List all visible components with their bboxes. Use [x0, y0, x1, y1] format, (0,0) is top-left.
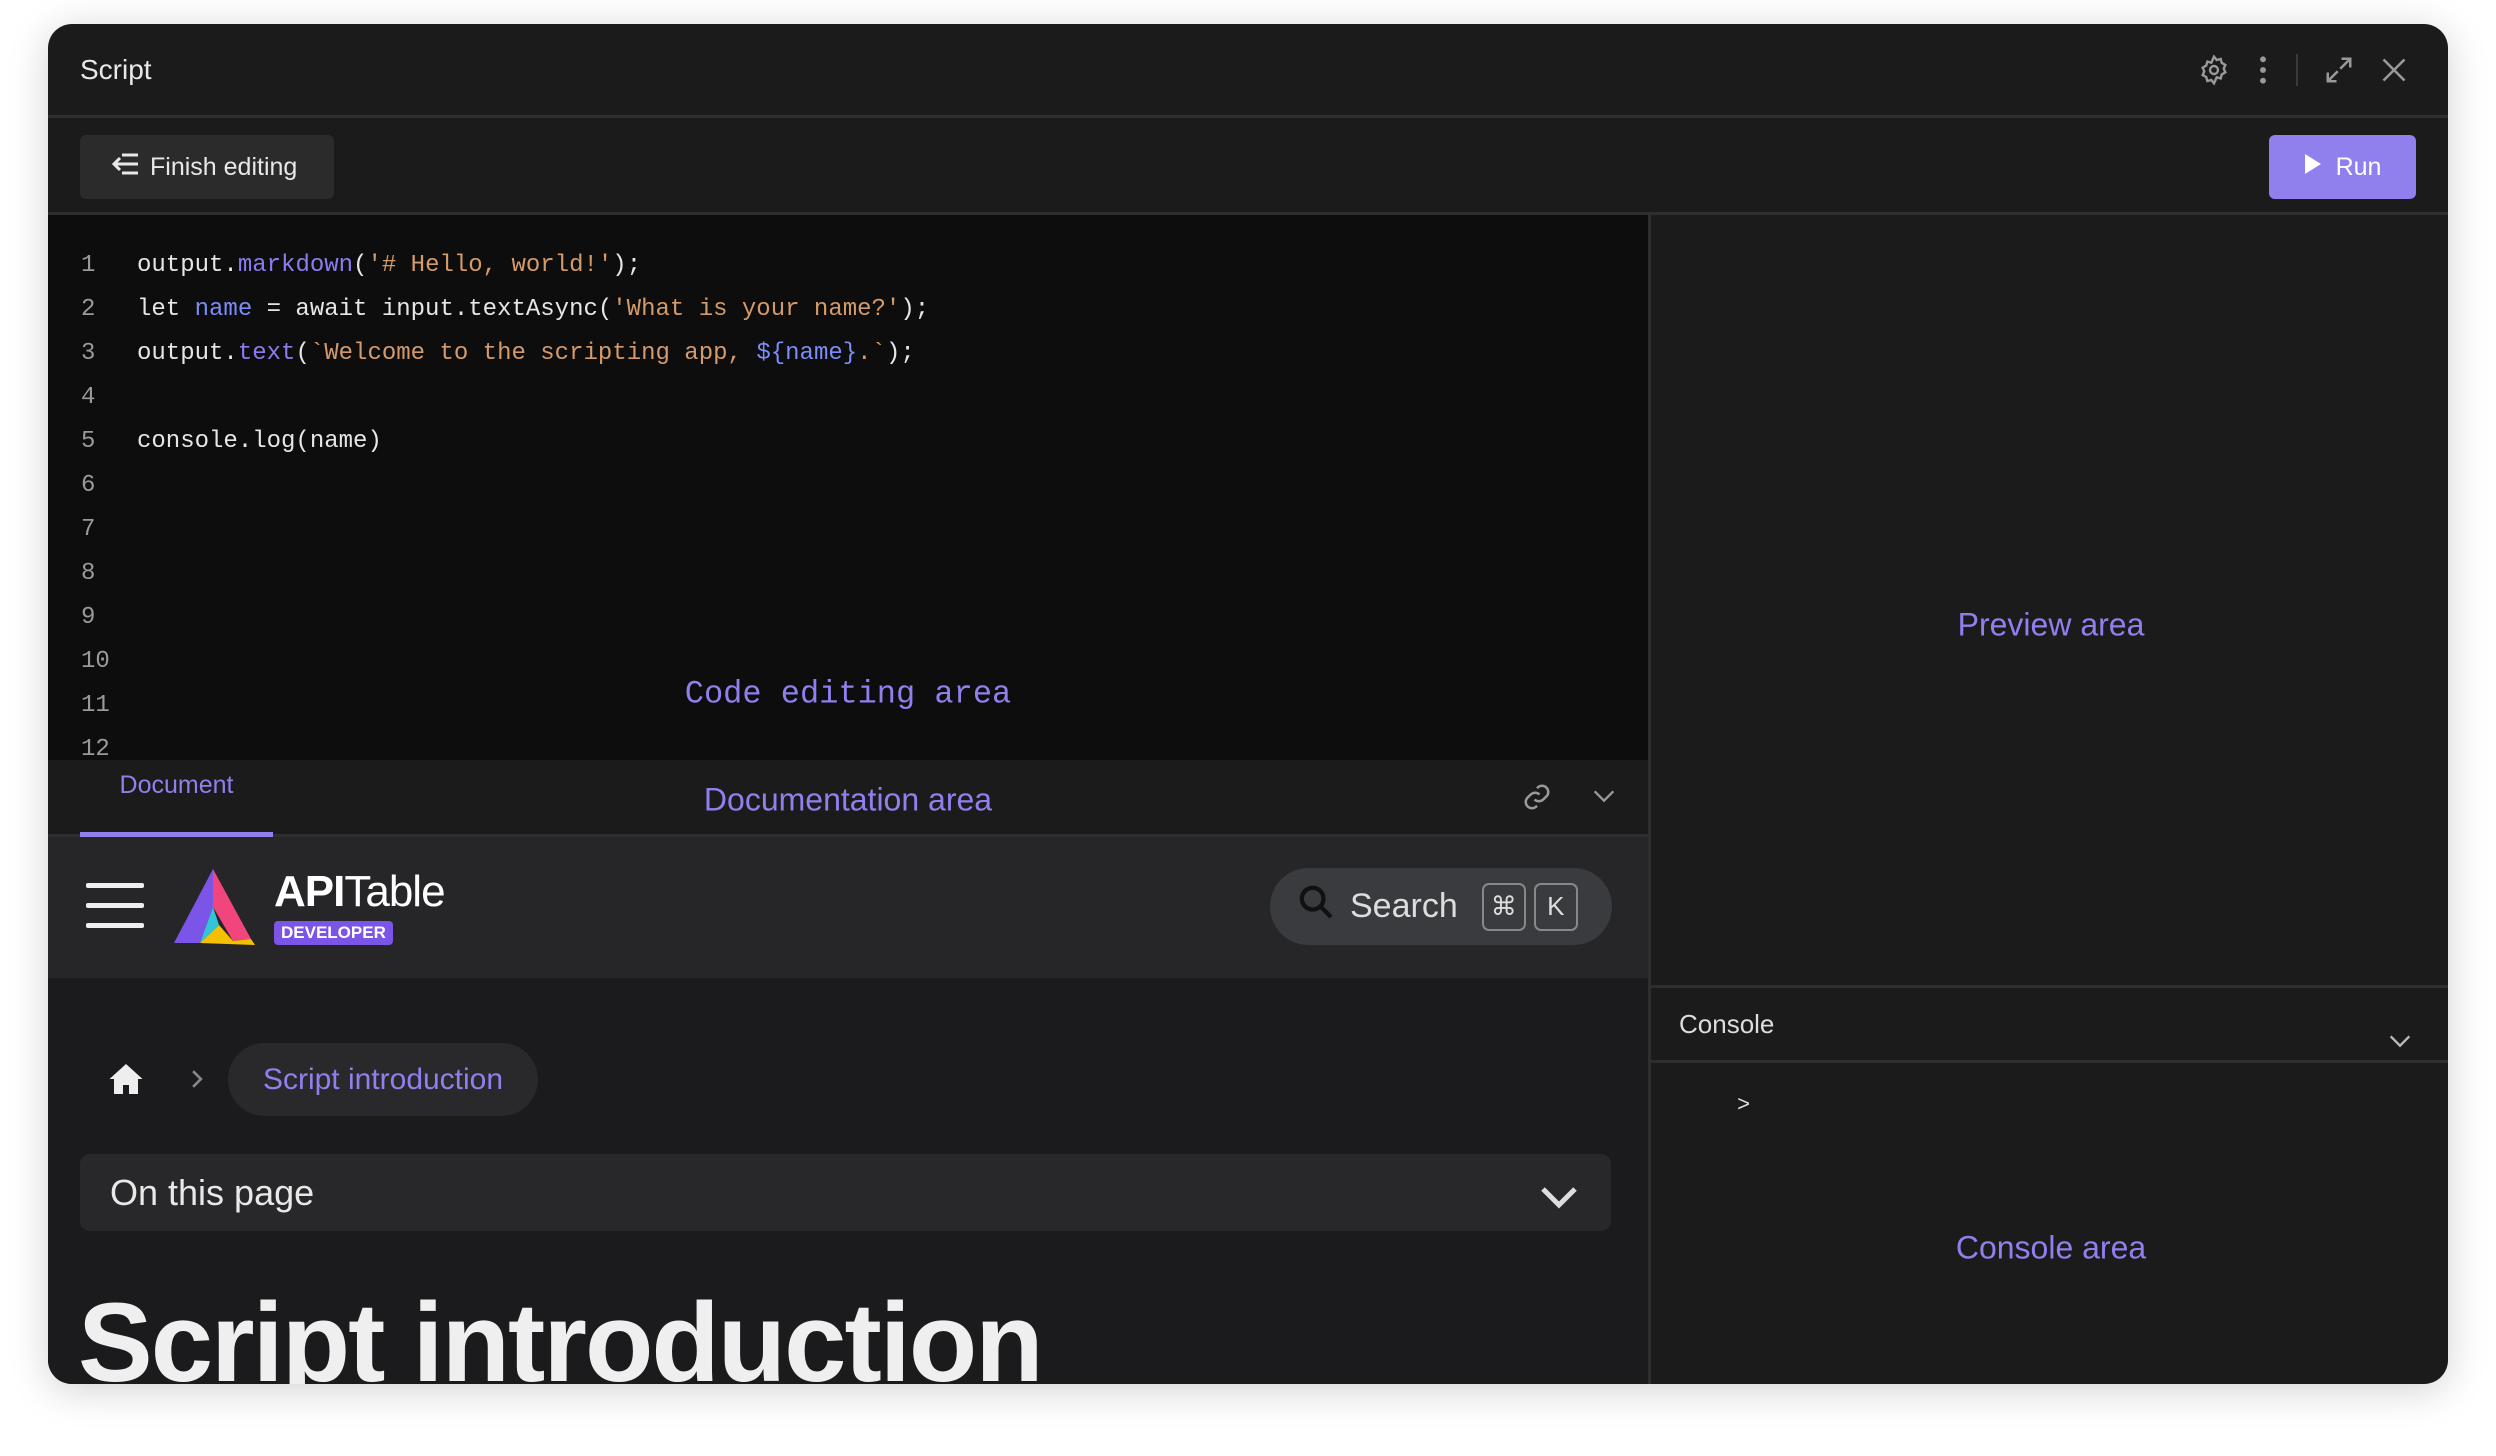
kbd-cmd: ⌘ — [1481, 882, 1526, 931]
code-token: ( — [295, 340, 310, 367]
breadcrumb-current[interactable]: Script introduction — [228, 1043, 538, 1116]
expand-icon[interactable] — [2324, 55, 2354, 85]
line-number: 6 — [81, 472, 96, 499]
divider — [2296, 54, 2298, 86]
on-this-page-dropdown[interactable]: On this page — [80, 1154, 1611, 1231]
code-token: = await input.textAsync( — [252, 296, 613, 323]
code-token: console.log(name) — [137, 428, 382, 455]
code-text: output.text(`Welcome to the scripting ap… — [137, 332, 915, 376]
finish-editing-label: Finish editing — [150, 152, 298, 181]
code-token: ( — [353, 252, 368, 279]
finish-editing-button[interactable]: Finish editing — [80, 135, 334, 199]
title-bar: Script — [48, 24, 2448, 118]
code-token: 'What is your name?' — [612, 296, 901, 323]
code-area-label: Code editing area — [684, 675, 1012, 713]
code-token: ${name} — [756, 340, 858, 367]
home-icon[interactable] — [108, 1062, 144, 1101]
line-number: 3 — [81, 340, 96, 367]
more-vertical-icon[interactable] — [2256, 54, 2270, 86]
link-icon[interactable] — [1522, 782, 1552, 817]
console-header[interactable]: Console — [1651, 985, 2448, 1063]
console-area-label: Console area — [1955, 1229, 2147, 1266]
chevron-down-icon[interactable] — [1590, 782, 1618, 817]
code-token: ); — [885, 340, 915, 367]
line-number: 10 — [81, 648, 110, 675]
tab-document[interactable]: Document — [80, 760, 273, 837]
documentation-area-label: Documentation area — [703, 781, 993, 818]
script-window: Script Finish editing Run Code editing a… — [48, 24, 2448, 1384]
toolbar: Finish editing Run — [48, 118, 2448, 215]
code-token: .` — [857, 340, 886, 367]
run-button[interactable]: Run — [2269, 135, 2416, 199]
brand-bold: API — [274, 867, 345, 916]
code-token: text — [237, 340, 296, 367]
line-number: 7 — [81, 516, 96, 543]
search-label: Search — [1350, 887, 1458, 925]
line-number: 9 — [81, 604, 96, 631]
code-text: console.log(name) — [137, 420, 382, 464]
preview-area-label: Preview area — [1957, 606, 2145, 643]
close-icon[interactable] — [2380, 56, 2408, 84]
code-editor[interactable]: Code editing area 1 output.markdown('# He… — [48, 215, 1648, 760]
hamburger-menu-icon[interactable] — [86, 883, 144, 934]
brand-rest: Table — [344, 867, 445, 916]
documentation-tab-bar: Document Documentation area — [48, 760, 1648, 837]
code-token: name — [194, 296, 253, 323]
console-title: Console — [1679, 1009, 1775, 1039]
chevron-down-icon — [1539, 1178, 1579, 1220]
code-token: '# Hello, world!' — [367, 252, 613, 279]
line-number: 11 — [81, 692, 110, 719]
right-panel: Preview area Console > Console area — [1648, 215, 2448, 1384]
chevron-right-icon — [190, 1066, 204, 1097]
back-list-icon — [111, 152, 140, 183]
window-title: Script — [80, 54, 152, 85]
search-icon — [1296, 882, 1336, 931]
line-number: 4 — [81, 384, 96, 411]
code-token: let — [137, 296, 195, 323]
code-token: output. — [137, 340, 238, 367]
code-token: ); — [900, 296, 930, 323]
line-number: 12 — [81, 736, 110, 760]
line-number: 8 — [81, 560, 96, 587]
developer-badge: DEVELOPER — [274, 921, 393, 945]
run-label: Run — [2335, 152, 2382, 181]
code-token: markdown — [237, 252, 354, 279]
brand-name: APITable — [274, 867, 446, 917]
play-icon — [2304, 153, 2322, 182]
docs-site-header: APITable DEVELOPER Search ⌘ K — [48, 837, 1648, 978]
apitable-logo[interactable] — [170, 867, 256, 952]
chevron-down-icon[interactable] — [2386, 1010, 2414, 1082]
on-this-page-label: On this page — [110, 1171, 315, 1213]
page-heading: Script introduction — [78, 1280, 1044, 1384]
line-number: 5 — [81, 428, 96, 455]
line-number: 1 — [81, 252, 96, 279]
code-text: let name = await input.textAsync('What i… — [137, 288, 929, 332]
settings-gear-icon[interactable] — [2198, 54, 2230, 86]
code-token: output. — [137, 252, 238, 279]
code-token: ); — [612, 252, 642, 279]
docs-search-button[interactable]: Search ⌘ K — [1270, 868, 1612, 945]
docs-content: Script introduction On this page Script … — [48, 978, 1648, 1384]
console-prompt[interactable]: > — [1737, 1093, 1750, 1118]
code-token: `Welcome to the scripting app, — [309, 340, 757, 367]
kbd-k: K — [1533, 882, 1578, 931]
code-text: output.markdown('# Hello, world!'); — [137, 244, 641, 288]
line-number: 2 — [81, 296, 96, 323]
